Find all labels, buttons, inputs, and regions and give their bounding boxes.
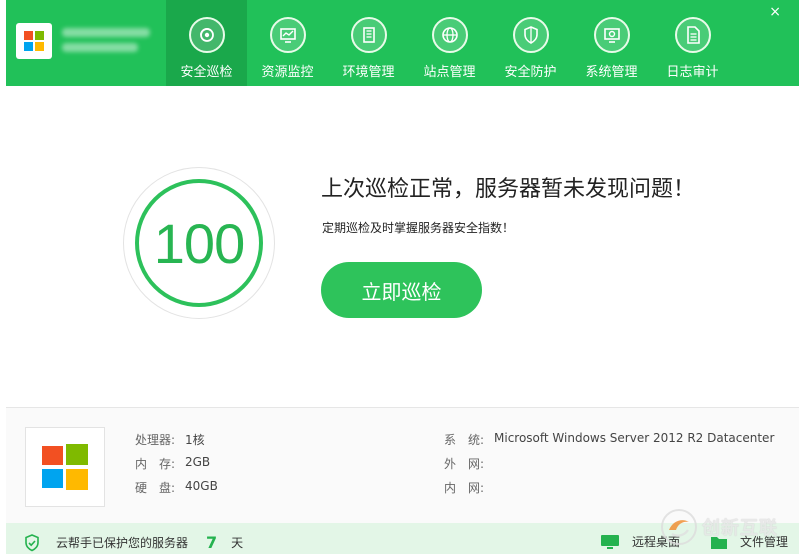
score-circle: 100 <box>135 179 263 307</box>
spec-value: 2GB <box>185 455 211 469</box>
spec-label: 系 统: <box>444 433 485 447</box>
spec-value: 1核 <box>185 433 205 447</box>
windows-icon <box>42 444 88 490</box>
spec-label: 处理器: <box>135 433 176 447</box>
spec-value: 40GB <box>185 479 218 493</box>
tab-resource-monitor[interactable]: 资源监控 <box>247 0 328 86</box>
security-score: 100 <box>153 211 245 275</box>
spec-public-ip: 外 网: <box>444 455 494 472</box>
status-footer: 云帮手已保护您的服务器 7 天 远程桌面 文件管理 <box>6 523 799 554</box>
file-manager-link[interactable]: 文件管理 <box>710 533 788 550</box>
spec-label: 内 存: <box>135 457 176 471</box>
spec-private-ip: 内 网: <box>444 479 494 496</box>
remote-desktop-icon <box>601 534 619 549</box>
tab-security-protection[interactable]: 安全防护 <box>490 0 571 86</box>
server-name <box>62 28 154 58</box>
tab-label: 站点管理 <box>423 65 476 80</box>
close-icon[interactable]: × <box>769 4 781 20</box>
app-window: 安全巡检 资源监控 环境管理 站点管理 安全防护 系统管理 日志审计 × 100… <box>0 0 799 554</box>
building-icon <box>350 17 387 53</box>
tab-environment[interactable]: 环境管理 <box>328 0 409 86</box>
remote-desktop-label: 远程桌面 <box>632 535 681 549</box>
server-info-panel: 处理器: 1核 内 存: 2GB 硬 盘: 40GB 系 统: Microsof… <box>6 408 799 523</box>
tab-label: 安全巡检 <box>180 65 233 80</box>
spec-system: 系 统: Microsoft Windows Server 2012 R2 Da… <box>444 431 774 448</box>
tab-label: 环境管理 <box>342 65 395 80</box>
spec-label: 内 网: <box>444 481 485 495</box>
shield-check-icon <box>25 533 39 551</box>
server-name-line1 <box>62 28 150 37</box>
globe-icon <box>431 17 468 53</box>
shield-icon <box>512 17 549 53</box>
tab-label: 日志审计 <box>666 65 719 80</box>
tab-security-inspection[interactable]: 安全巡检 <box>166 0 247 86</box>
protected-days: 7 <box>206 533 218 552</box>
server-name-line2 <box>62 43 138 52</box>
security-score-ring: 100 <box>123 167 275 319</box>
spec-label: 外 网: <box>444 457 485 471</box>
tab-label: 资源监控 <box>261 65 314 80</box>
document-icon <box>674 17 711 53</box>
tab-label: 安全防护 <box>504 65 557 80</box>
windows-logo <box>16 23 52 59</box>
monitor-chart-icon <box>269 17 306 53</box>
remote-desktop-link[interactable]: 远程桌面 <box>600 533 680 550</box>
tab-site-management[interactable]: 站点管理 <box>409 0 490 86</box>
header-bar: 安全巡检 资源监控 环境管理 站点管理 安全防护 系统管理 日志审计 × <box>6 0 799 86</box>
protect-text: 云帮手已保护您的服务器 <box>56 536 189 550</box>
spec-disk: 硬 盘: 40GB <box>135 479 218 496</box>
folder-icon <box>711 536 727 549</box>
status-subtitle: 定期巡检及时掌握服务器安全指数！ <box>322 221 515 235</box>
spec-memory: 内 存: 2GB <box>135 455 210 472</box>
file-manager-label: 文件管理 <box>740 535 789 549</box>
days-unit: 天 <box>231 536 244 550</box>
tab-label: 系统管理 <box>585 65 638 80</box>
protection-status: 云帮手已保护您的服务器 7 天 <box>24 533 243 552</box>
windows-icon <box>24 31 44 51</box>
spec-cpu: 处理器: 1核 <box>135 431 205 448</box>
tab-system-management[interactable]: 系统管理 <box>571 0 652 86</box>
tab-log-audit[interactable]: 日志审计 <box>652 0 733 86</box>
spec-value: Microsoft Windows Server 2012 R2 Datacen… <box>494 431 775 445</box>
main-nav: 安全巡检 资源监控 环境管理 站点管理 安全防护 系统管理 日志审计 <box>166 0 733 86</box>
scan-eye-icon <box>188 17 225 53</box>
status-title: 上次巡检正常，服务器暂未发现问题！ <box>321 177 696 202</box>
os-logo <box>25 427 105 507</box>
scan-now-button[interactable]: 立即巡检 <box>321 262 482 318</box>
system-gear-icon <box>593 17 630 53</box>
spec-label: 硬 盘: <box>135 481 176 495</box>
